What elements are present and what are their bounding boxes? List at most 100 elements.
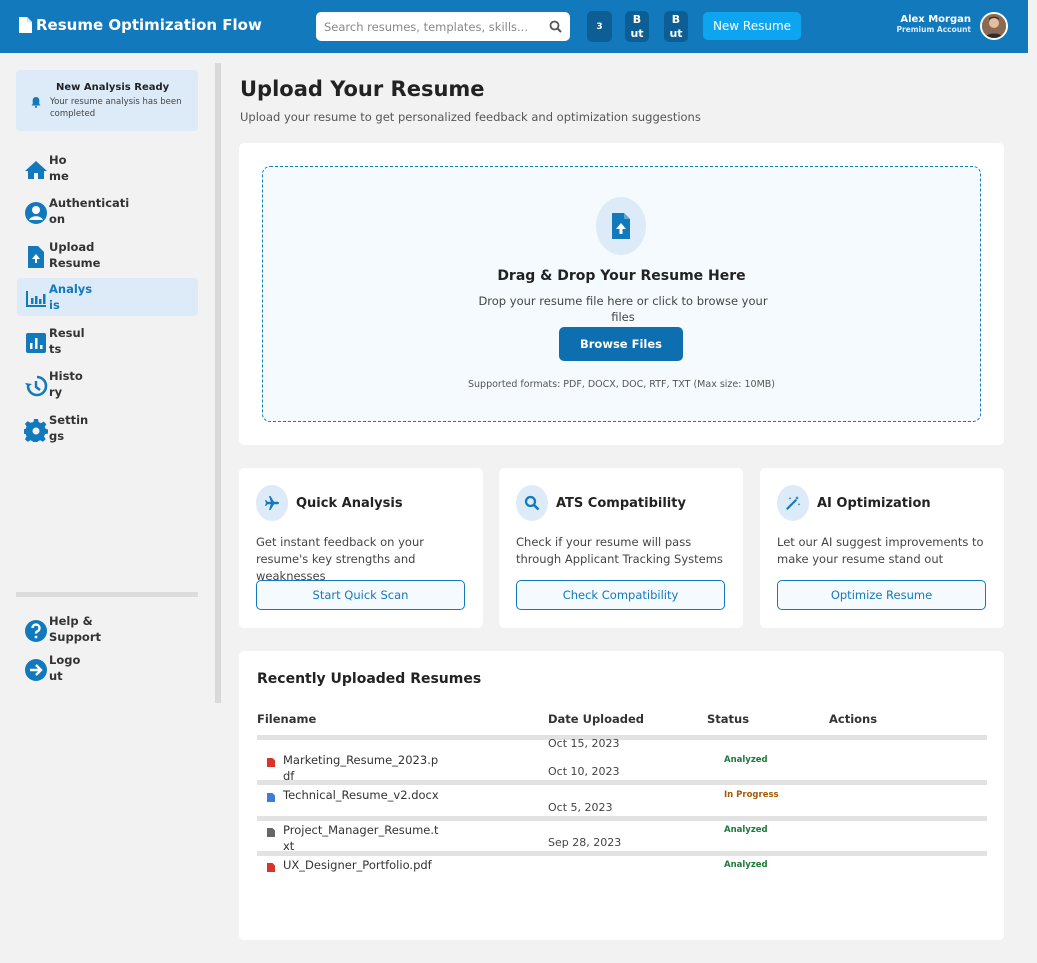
upload-date: Oct 15, 2023 [548,737,620,750]
sidebar-item-help-support[interactable]: Help & Support [17,610,198,648]
search-icon[interactable] [549,20,562,33]
header-button-1-label: But [630,12,644,40]
search-icon [524,495,540,511]
file-name[interactable]: Technical_Resume_v2.docx [283,787,443,803]
page-title: Upload Your Resume [240,77,485,101]
sidebar-divider [16,592,198,597]
column-header-date: Date Uploaded [548,712,645,726]
bar-chart-icon [26,333,46,353]
analytics-icon [26,291,46,307]
column-header-filename: Filename [257,712,317,726]
feature-title: AI Optimization [817,496,931,511]
status-badge: Analyzed [724,825,768,835]
magic-wand-icon [786,496,801,510]
start-quick-scan-button[interactable]: Start Quick Scan [256,580,465,610]
feature-icon-badge [256,485,288,521]
status-badge: Analyzed [724,755,768,765]
bell-icon [31,97,41,108]
sidebar-item-label: Upload Resume [49,240,101,270]
recent-resumes-card: Recently Uploaded Resumes Filename Date … [239,651,1004,940]
text-file-icon [267,828,275,837]
supported-formats: Supported formats: PDF, DOCX, DOC, RTF, … [467,379,775,390]
file-upload-icon [28,246,44,268]
feature-title: Quick Analysis [296,496,403,511]
file-name[interactable]: Project_Manager_Resume.txt [283,822,443,854]
user-info[interactable]: Alex Morgan Premium Account [896,14,971,34]
row-divider [257,735,987,740]
drop-zone-title: Drag & Drop Your Resume Here [497,268,746,284]
sidebar-item-authentication[interactable]: Authentication [17,192,198,230]
upload-date: Oct 10, 2023 [548,765,620,778]
upload-icon-badge [596,197,646,255]
drop-zone[interactable]: Drag & Drop Your Resume Here Drop your r… [262,166,981,422]
avatar-photo-icon [982,14,1006,38]
sidebar-item-upload-resume[interactable]: Upload Resume [17,236,198,274]
document-icon [19,17,32,33]
logout-icon [25,659,47,681]
help-icon [25,620,47,642]
browse-files-button[interactable]: Browse Files [559,327,683,361]
sidebar-scrollbar[interactable] [215,63,221,703]
file-upload-icon [612,213,630,239]
sidebar-item-settings[interactable]: Settings [17,409,198,447]
page-subtitle: Upload your resume to get personalized f… [240,110,701,124]
upload-card: Drag & Drop Your Resume Here Drop your r… [239,143,1004,445]
header-button-2-label: But [669,12,683,40]
feature-card-ats-compatibility: ATS Compatibility Check if your resume w… [499,468,743,628]
status-badge: In Progress [724,790,779,800]
notification-text: Your resume analysis has been completed [50,97,182,119]
sidebar-item-history[interactable]: History [17,365,198,403]
pdf-file-icon [267,863,275,872]
feature-description: Check if your resume will pass through A… [516,535,723,566]
check-compatibility-button[interactable]: Check Compatibility [516,580,725,610]
user-role: Premium Account [896,25,971,34]
sidebar-item-analysis[interactable]: Analysis [17,278,198,316]
search-box[interactable] [316,12,570,41]
sidebar-item-logout[interactable]: Logout [17,649,198,687]
avatar[interactable] [980,12,1008,40]
row-divider [257,851,987,856]
feature-icon-badge [777,485,809,521]
drop-zone-subtitle: Drop your resume file here or click to b… [478,294,768,324]
row-divider [257,780,987,785]
status-badge: Analyzed [724,860,768,870]
feature-card-quick-analysis: Quick Analysis Get instant feedback on y… [239,468,483,628]
notification-title: New Analysis Ready [56,82,170,93]
new-resume-button[interactable]: New Resume [703,12,801,40]
table-row[interactable]: UX_Designer_Portfolio.pdf Sep 28, 2023 A… [257,836,987,891]
sidebar-item-label: Home [49,153,69,183]
pdf-file-icon [267,758,275,767]
sidebar-item-label: Help & Support [49,614,102,644]
feature-icon-badge [516,485,548,521]
column-header-actions: Actions [829,712,878,726]
sidebar-item-label: Settings [49,413,89,443]
header-button-2[interactable]: But [664,11,688,42]
upload-date: Oct 5, 2023 [548,801,613,814]
gear-icon [24,419,48,442]
user-name: Alex Morgan [900,14,971,25]
feature-title: ATS Compatibility [556,496,686,511]
file-name[interactable]: UX_Designer_Portfolio.pdf [283,857,443,873]
app-title: Resume Optimization Flow [36,16,262,34]
column-header-status: Status [707,712,750,726]
app-brand[interactable]: Resume Optimization Flow [18,16,262,34]
history-icon [25,375,48,397]
sidebar-item-label: Results [49,326,85,356]
feature-card-ai-optimization: AI Optimization Let our AI suggest impro… [760,468,1004,628]
sidebar-item-label: Logout [49,653,81,683]
sidebar-item-results[interactable]: Results [17,322,198,360]
sidebar-item-label: Authentication [49,196,130,226]
search-input[interactable] [324,19,549,34]
header-button-1[interactable]: But [625,11,649,42]
user-circle-icon [25,202,47,224]
sidebar-item-home[interactable]: Home [17,149,198,187]
word-file-icon [267,793,275,802]
feature-description: Get instant feedback on your resume's ke… [256,535,424,583]
recent-resumes-title: Recently Uploaded Resumes [257,671,482,687]
feature-description: Let our AI suggest improvements to make … [777,535,984,566]
optimize-resume-button[interactable]: Optimize Resume [777,580,986,610]
sidebar: New Analysis Ready Your resume analysis … [0,53,221,963]
notification-badge-button[interactable]: 3 [587,11,612,42]
notification-card[interactable]: New Analysis Ready Your resume analysis … [16,70,198,131]
row-divider [257,816,987,821]
